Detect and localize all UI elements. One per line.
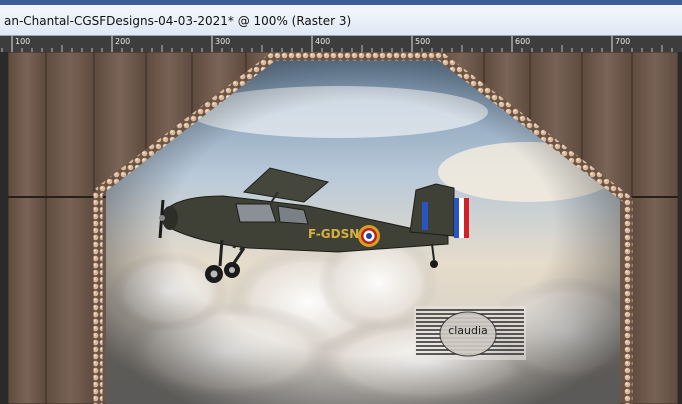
ruler-label: 500	[415, 37, 430, 46]
ruler-label: 100	[15, 37, 30, 46]
ruler-label: 600	[515, 37, 530, 46]
watermark-logo: claudia	[414, 306, 526, 360]
rudder-red-stripe	[464, 198, 469, 238]
image-canvas[interactable]: F-GDSN claudia	[8, 52, 678, 404]
airplane-tail-fin	[409, 183, 455, 237]
application-window: an-Chantal-CGSFDesigns-04-03-2021* @ 100…	[0, 0, 682, 404]
horizontal-ruler[interactable]: 100 200 300 400 500 600 700	[0, 36, 682, 52]
rudder-blue-stripe	[422, 202, 428, 230]
ruler-label: 200	[115, 37, 130, 46]
landing-gear-strut	[218, 239, 224, 267]
watermark-text: claudia	[448, 324, 488, 337]
rudder-white-stripe	[459, 198, 464, 238]
airplane-cockpit-window	[235, 203, 277, 223]
tail-wheel	[430, 260, 438, 268]
ruler-label: 400	[315, 37, 330, 46]
document-title-bar[interactable]: an-Chantal-CGSFDesigns-04-03-2021* @ 100…	[0, 0, 682, 36]
plane-registration: F-GDSN	[308, 227, 359, 241]
ruler-label: 700	[615, 37, 630, 46]
ruler-label: 300	[215, 37, 230, 46]
document-title: an-Chantal-CGSFDesigns-04-03-2021* @ 100…	[4, 14, 352, 28]
rudder-blue-stripe	[454, 198, 459, 238]
